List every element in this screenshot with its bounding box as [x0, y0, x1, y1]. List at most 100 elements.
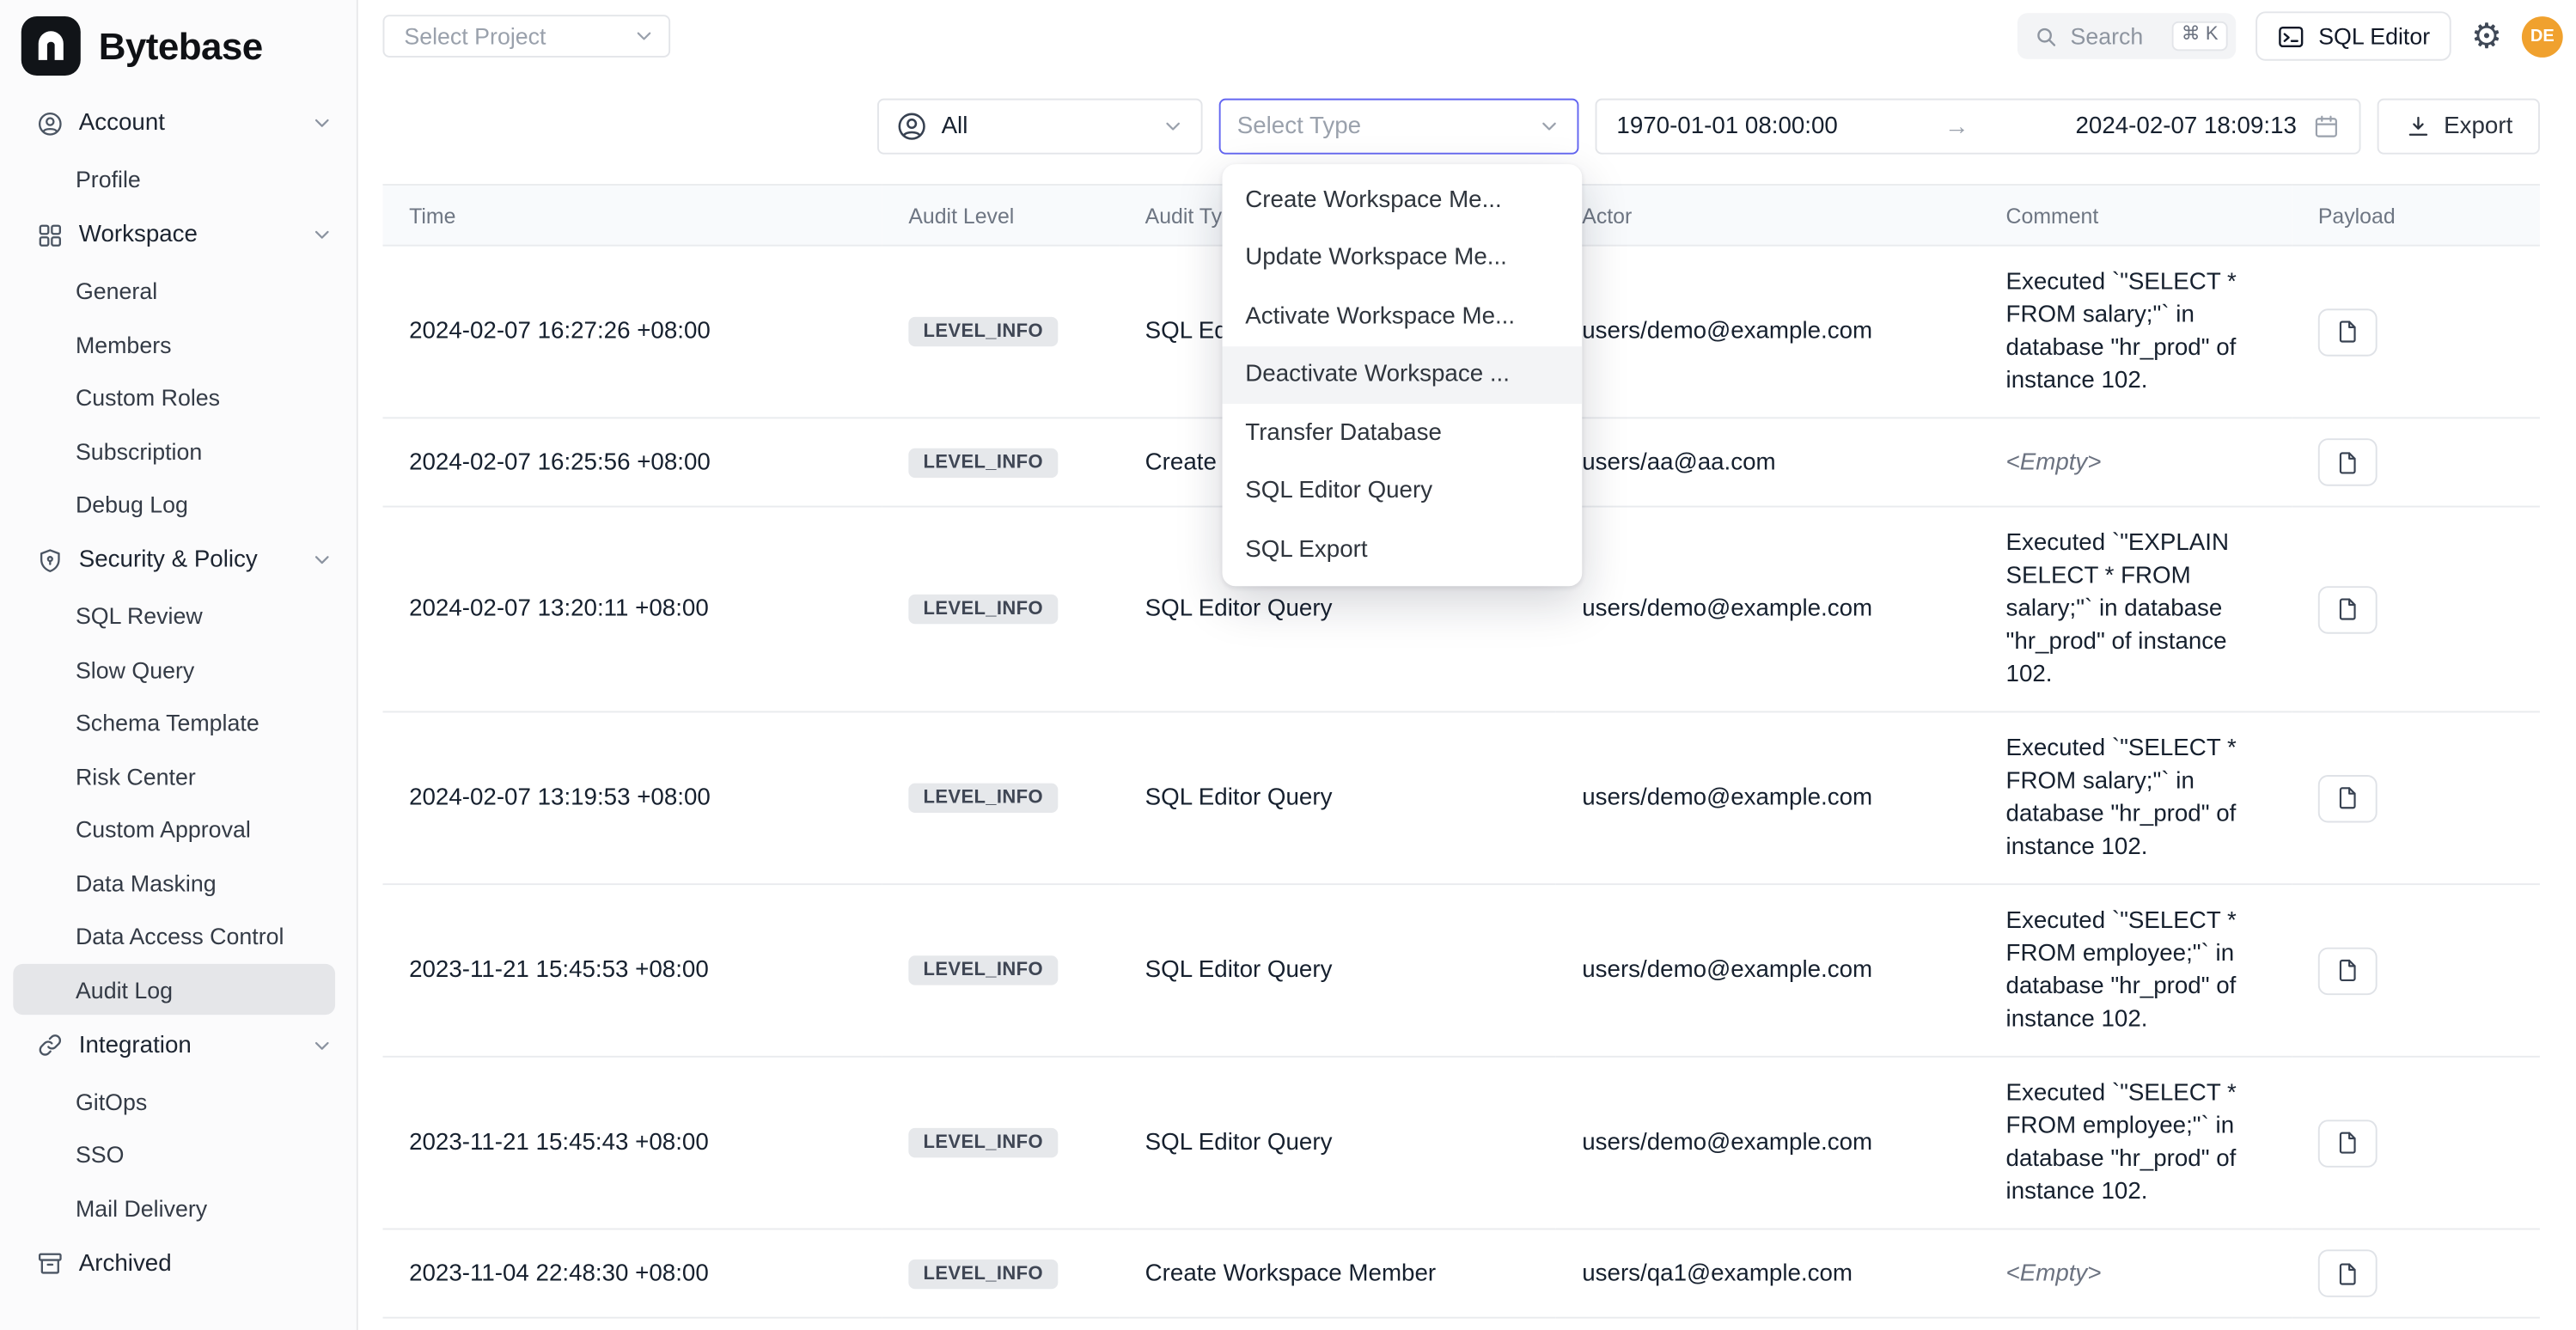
audit-level-badge: LEVEL_INFO — [908, 448, 1058, 477]
cell-payload — [2292, 507, 2540, 712]
cell-payload — [2292, 1318, 2540, 1330]
chevron-down-icon — [310, 112, 333, 135]
payload-button[interactable] — [2318, 774, 2378, 821]
sidebar-section-label: Security & Policy — [79, 546, 258, 573]
export-button[interactable]: Export — [2378, 99, 2540, 155]
column-header-time: Time — [382, 185, 882, 246]
sidebar-nav: AccountProfileWorkspaceGeneralMembersCus… — [0, 92, 357, 1291]
payload-button[interactable] — [2318, 308, 2378, 355]
sidebar-item-risk-center[interactable]: Risk Center — [13, 750, 335, 801]
cell-actor: users/demo@example.com — [1556, 711, 1980, 884]
sidebar-section-label: Integration — [79, 1032, 192, 1059]
sidebar-item-mail-delivery[interactable]: Mail Delivery — [13, 1182, 335, 1233]
cell-comment: Executed `"SELECT * FROM salary;"` in da… — [1980, 246, 2292, 418]
search-input[interactable]: Search ⌘ K — [2017, 13, 2236, 59]
audit-level-badge: LEVEL_INFO — [908, 955, 1058, 985]
shield-icon — [36, 546, 64, 573]
cell-time: 2023-11-21 15:45:53 +08:00 — [382, 884, 882, 1057]
sql-editor-button[interactable]: SQL Editor — [2256, 11, 2451, 60]
cell-actor: users/aa@aa.com — [1556, 418, 1980, 506]
type-option-create-workspace-me[interactable]: Create Workspace Me... — [1223, 171, 1583, 229]
sidebar-item-data-access-control[interactable]: Data Access Control — [13, 911, 335, 961]
cell-audit-type: SQL Editor Query — [1119, 1057, 1556, 1229]
cell-comment: Executed `"SELECT * FROM salary;"` in da… — [1980, 711, 2292, 884]
app-root: Bytebase AccountProfileWorkspaceGeneralM… — [0, 0, 2576, 1330]
sidebar-section-integration[interactable]: Integration — [0, 1017, 357, 1073]
audit-level-badge: LEVEL_INFO — [908, 317, 1058, 346]
avatar[interactable]: DE — [2522, 15, 2563, 57]
sidebar-section-workspace[interactable]: Workspace — [0, 207, 357, 263]
audit-log-content: All Select Type 1970-01-01 08:00:00 → — [358, 72, 2576, 1330]
cell-time: 2023-11-04 22:48:30 +08:00 — [382, 1229, 882, 1317]
table-row: 2023-11-21 15:45:53 +08:00 LEVEL_INFO SQL … — [382, 884, 2539, 1057]
calendar-icon — [2313, 113, 2340, 140]
sidebar-section-security-policy[interactable]: Security & Policy — [0, 532, 357, 588]
type-option-sql-export[interactable]: SQL Export — [1223, 521, 1583, 579]
type-option-activate-workspace-me[interactable]: Activate Workspace Me... — [1223, 287, 1583, 345]
sidebar-item-slow-query[interactable]: Slow Query — [13, 644, 335, 694]
sidebar-item-subscription[interactable]: Subscription — [13, 425, 335, 476]
sidebar-item-audit-log[interactable]: Audit Log — [13, 964, 335, 1015]
sidebar-section-label: Account — [79, 110, 165, 137]
payload-button[interactable] — [2318, 947, 2378, 994]
file-icon — [2335, 596, 2361, 623]
link-icon — [36, 1031, 64, 1059]
export-label: Export — [2444, 113, 2512, 140]
sidebar-item-data-masking[interactable]: Data Masking — [13, 857, 335, 908]
sidebar-item-schema-template[interactable]: Schema Template — [13, 697, 335, 747]
cell-audit-level: LEVEL_INFO — [882, 1229, 1119, 1317]
column-header-payload: Payload — [2292, 185, 2540, 246]
type-option-sql-editor-query[interactable]: SQL Editor Query — [1223, 462, 1583, 521]
cell-payload — [2292, 711, 2540, 884]
audit-type-select[interactable]: Select Type — [1219, 99, 1579, 155]
table-row: 2023-11-21 15:45:43 +08:00LEVEL_INFOSQL … — [382, 1057, 2539, 1229]
sidebar-item-gitops[interactable]: GitOps — [13, 1076, 335, 1126]
cell-actor: users/demo@example.com — [1556, 884, 1980, 1057]
sidebar-item-sql-review[interactable]: SQL Review — [13, 590, 335, 641]
payload-button[interactable] — [2318, 1119, 2378, 1166]
sidebar-section-label: Workspace — [79, 222, 198, 248]
cell-audit-type: Create Workspace Member — [1119, 1229, 1556, 1317]
actor-scope-value: All — [942, 113, 968, 140]
cell-actor: users/demo@example.com — [1556, 1318, 1980, 1330]
cell-time: 2024-02-07 16:25:56 +08:00 — [382, 418, 882, 506]
cell-audit-type: SQL Editor Query — [1119, 884, 1556, 1057]
user-icon — [36, 109, 64, 137]
sidebar-section-label: Archived — [79, 1250, 172, 1277]
cell-payload — [2292, 1229, 2540, 1317]
sql-editor-label: SQL Editor — [2318, 23, 2430, 50]
grid-icon — [36, 221, 64, 248]
sidebar-item-profile[interactable]: Profile — [13, 154, 335, 204]
type-option-deactivate-workspace[interactable]: Deactivate Workspace ... — [1223, 345, 1583, 404]
cell-audit-level: LEVEL_INFO — [882, 1057, 1119, 1229]
sidebar-item-debug-log[interactable]: Debug Log — [13, 479, 335, 529]
sidebar-item-members[interactable]: Members — [13, 319, 335, 369]
sidebar-item-custom-approval[interactable]: Custom Approval — [13, 803, 335, 854]
cell-actor: users/demo@example.com — [1556, 1057, 1980, 1229]
payload-button[interactable] — [2318, 438, 2378, 485]
archive-icon — [36, 1249, 64, 1277]
type-option-update-workspace-me[interactable]: Update Workspace Me... — [1223, 229, 1583, 288]
brand-name: Bytebase — [99, 24, 263, 69]
user-icon — [895, 110, 928, 143]
cell-payload — [2292, 418, 2540, 506]
sidebar-section-account[interactable]: Account — [0, 95, 357, 151]
payload-button[interactable] — [2318, 585, 2378, 632]
sidebar-section-archived[interactable]: Archived — [0, 1235, 357, 1291]
cell-time: 2023-11-04 21:26:34 +08:00 — [382, 1318, 882, 1330]
cell-time: 2024-02-07 16:27:26 +08:00 — [382, 246, 882, 418]
brand-logo[interactable]: Bytebase — [0, 0, 357, 92]
sidebar-item-custom-roles[interactable]: Custom Roles — [13, 372, 335, 423]
empty-comment-placeholder: <Empty> — [2006, 449, 2102, 476]
actor-scope-select[interactable]: All — [877, 99, 1203, 155]
sidebar-item-general[interactable]: General — [13, 265, 335, 316]
project-select[interactable]: Select Project — [382, 15, 670, 58]
gear-icon[interactable]: ⚙ — [2471, 19, 2502, 53]
type-option-transfer-database[interactable]: Transfer Database — [1223, 404, 1583, 462]
file-icon — [2335, 957, 2361, 984]
payload-button[interactable] — [2318, 1249, 2378, 1296]
cell-payload — [2292, 884, 2540, 1057]
cell-time: 2023-11-21 15:45:43 +08:00 — [382, 1057, 882, 1229]
sidebar-item-sso[interactable]: SSO — [13, 1129, 335, 1180]
date-range-picker[interactable]: 1970-01-01 08:00:00 → 2024-02-07 18:09:1… — [1596, 99, 2361, 155]
